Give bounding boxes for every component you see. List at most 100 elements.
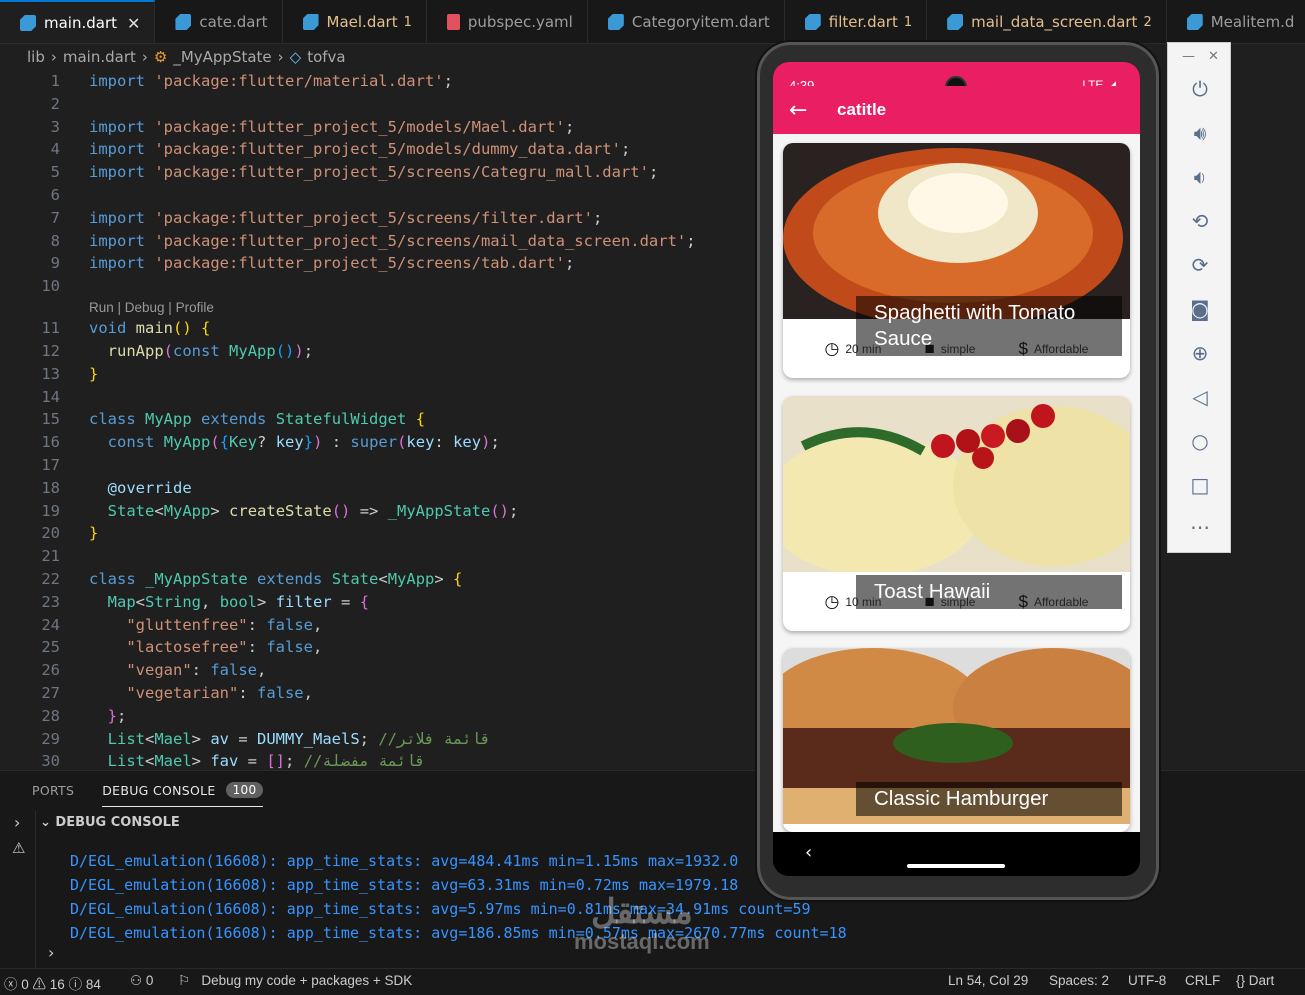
tab-ports[interactable]: PORTS [0, 771, 88, 809]
app-bar: ← catitle [773, 86, 1140, 134]
code-line: import 'package:flutter_project_5/models… [89, 118, 575, 136]
line-endings[interactable]: CRLF [1185, 973, 1220, 988]
class-icon: ⚙ [153, 48, 168, 66]
breadcrumb-file[interactable]: main.dart [63, 48, 136, 66]
meal-image [783, 396, 1130, 572]
log-line: D/EGL_emulation(16608): app_time_stats: … [70, 852, 739, 870]
debug-console-header[interactable]: ⌄ DEBUG CONSOLE [40, 815, 180, 830]
chevron-right-icon[interactable]: › [14, 813, 20, 832]
code-line: "vegetarian": false, [126, 684, 313, 702]
codelens-run-debug-profile[interactable]: Run | Debug | Profile [89, 300, 214, 315]
tab-mael-dart[interactable]: Mael.dart 1 [283, 0, 427, 43]
dart-file-icon [302, 14, 319, 30]
editor-tabs: main.dart ✕ cate.dart Mael.dart 1 pubspec.… [0, 0, 1305, 44]
code-line: } [89, 524, 99, 542]
meal-image [783, 143, 1130, 319]
dart-file-icon [947, 14, 964, 30]
meal-meta: ◷ 10 min ■ simple $ Affordable [824, 591, 1089, 611]
breadcrumb-symbol[interactable]: tofva [307, 48, 345, 66]
debug-mode-indicator[interactable]: ⚐ Debug my code + packages + SDK [178, 973, 412, 989]
emulator-toolbar: — ✕ ⏻ 🔊︎ 🔉︎ ⟲ ⟳ ◙ ⊕ ◁ ○ □ ⋯ [1167, 42, 1231, 553]
code-line: @override [107, 479, 192, 497]
code-editor[interactable]: 1 import 'package:flutter/material.dart';… [0, 70, 760, 770]
dart-file-icon [804, 14, 821, 30]
indentation[interactable]: Spaces: 2 [1049, 973, 1109, 988]
meal-title: Classic Hamburger [856, 782, 1122, 816]
more-icon[interactable]: ⋯ [1168, 515, 1232, 539]
tab-pubspec-yaml[interactable]: pubspec.yaml [427, 0, 588, 43]
power-icon[interactable]: ⏻ [1168, 77, 1232, 101]
rotate-right-icon[interactable]: ⟳ [1168, 253, 1232, 277]
work-icon: ■ [924, 591, 935, 611]
code-line: class _MyAppState extends State<MyApp> { [89, 570, 463, 588]
code-line: void main() { [89, 319, 211, 337]
code-line: import 'package:flutter_project_5/screen… [89, 163, 659, 181]
breadcrumb-lib[interactable]: lib [27, 48, 45, 66]
meal-card[interactable]: Toast Hawaii ◷ 10 min ■ simple $ Affordable [783, 396, 1130, 631]
breadcrumb-class[interactable]: _MyAppState [173, 48, 271, 66]
volume-down-icon[interactable]: 🔉︎ [1168, 165, 1232, 189]
code-line: import 'package:flutter_project_5/screen… [89, 209, 603, 227]
code-line: import 'package:flutter_project_5/models… [89, 140, 631, 158]
meal-meta: ◷ 20 min ■ simple $ Affordable [824, 338, 1089, 358]
chevron-down-icon: ⌄ [40, 815, 56, 830]
dollar-icon: $ [1018, 591, 1028, 611]
tab-main-dart[interactable]: main.dart ✕ [0, 0, 156, 43]
problems-indicator[interactable]: ⓧ 0 ⚠ 16 ⓘ 84 [4, 973, 101, 993]
tab-categoryitem-dart[interactable]: Categoryitem.dart [588, 0, 785, 43]
home-icon[interactable]: ○ [1168, 429, 1232, 453]
tab-cate-dart[interactable]: cate.dart [155, 0, 283, 43]
clock-icon: ◷ [824, 338, 840, 358]
code-line: List<Mael> av = DUMMY_MaelS; //قائمة فلا… [107, 730, 491, 748]
tab-mealitem-dart[interactable]: Mealitem.d [1167, 0, 1305, 43]
camera-icon[interactable]: ◙ [1168, 297, 1232, 321]
console-input-prompt[interactable]: › [48, 943, 54, 962]
tab-filter-dart[interactable]: filter.dart 1 [785, 0, 928, 43]
tab-mail-data-screen-dart[interactable]: mail_data_screen.dart 2 [927, 0, 1167, 43]
code-line: "lactosefree": false, [126, 638, 323, 656]
dollar-icon: $ [1018, 338, 1028, 358]
meal-card[interactable]: Spaghetti with Tomato Sauce ◷ 20 min ■ sim… [783, 143, 1130, 378]
count-badge: 100 [225, 782, 264, 798]
code-line: "gluttenfree": false, [126, 616, 323, 634]
yaml-file-icon [446, 14, 460, 30]
chevron-right-icon: › [277, 48, 284, 66]
dart-file-icon [175, 14, 192, 30]
emulator-screen[interactable]: 4:39 LTE ◢ ← catitle Spaghetti with Toma… [773, 62, 1140, 876]
status-bar: ⓧ 0 ⚠ 16 ⓘ 84 ⚇ 0 ⚐ Debug my code + pack… [0, 968, 1305, 995]
clock-icon: ◷ [824, 591, 840, 611]
code-line: runApp(const MyApp()); [107, 342, 314, 360]
code-line: import 'package:flutter/material.dart'; [89, 72, 453, 90]
nav-back-icon[interactable]: ‹ [805, 842, 812, 863]
code-line: "vegan": false, [126, 661, 267, 679]
warning-icon[interactable]: ⚠ [12, 839, 25, 857]
close-icon[interactable]: ✕ [1208, 49, 1219, 64]
dart-file-icon [607, 14, 624, 30]
cursor-position[interactable]: Ln 54, Col 29 [948, 973, 1028, 988]
meal-card[interactable]: Classic Hamburger [783, 648, 1130, 832]
encoding[interactable]: UTF-8 [1128, 973, 1166, 988]
panel-tabs: PORTS DEBUG CONSOLE 100 [0, 771, 277, 809]
minimize-icon[interactable]: — [1182, 49, 1195, 64]
code-line: } [89, 365, 99, 383]
method-icon: ◇ [289, 48, 302, 66]
zoom-icon[interactable]: ⊕ [1168, 341, 1232, 365]
back-icon[interactable]: ◁ [1168, 385, 1232, 409]
code-line: import 'package:flutter_project_5/screen… [89, 232, 696, 250]
code-line: }; [107, 707, 127, 725]
language-mode[interactable]: {} Dart [1236, 973, 1274, 988]
ports-indicator[interactable]: ⚇ 0 [130, 973, 153, 989]
meal-list[interactable]: Spaghetti with Tomato Sauce ◷ 20 min ■ sim… [773, 134, 1140, 832]
back-arrow-icon[interactable]: ← [789, 98, 819, 123]
rotate-left-icon[interactable]: ⟲ [1168, 209, 1232, 233]
watermark: مستقل mostaql.com [574, 893, 710, 954]
close-icon[interactable]: ✕ [127, 14, 140, 33]
vscode-window: main.dart ✕ cate.dart Mael.dart 1 pubspec.… [0, 0, 1305, 995]
tab-debug-console[interactable]: DEBUG CONSOLE 100 [88, 771, 277, 809]
overview-icon[interactable]: □ [1168, 473, 1232, 497]
code-line: State<MyApp> createState() => _MyAppStat… [107, 502, 519, 520]
chevron-right-icon: › [141, 48, 148, 66]
volume-up-icon[interactable]: 🔊︎ [1168, 121, 1232, 145]
code-line: const MyApp({Key? key}) : super(key: key… [107, 433, 500, 451]
home-gesture-pill[interactable] [907, 864, 1005, 868]
